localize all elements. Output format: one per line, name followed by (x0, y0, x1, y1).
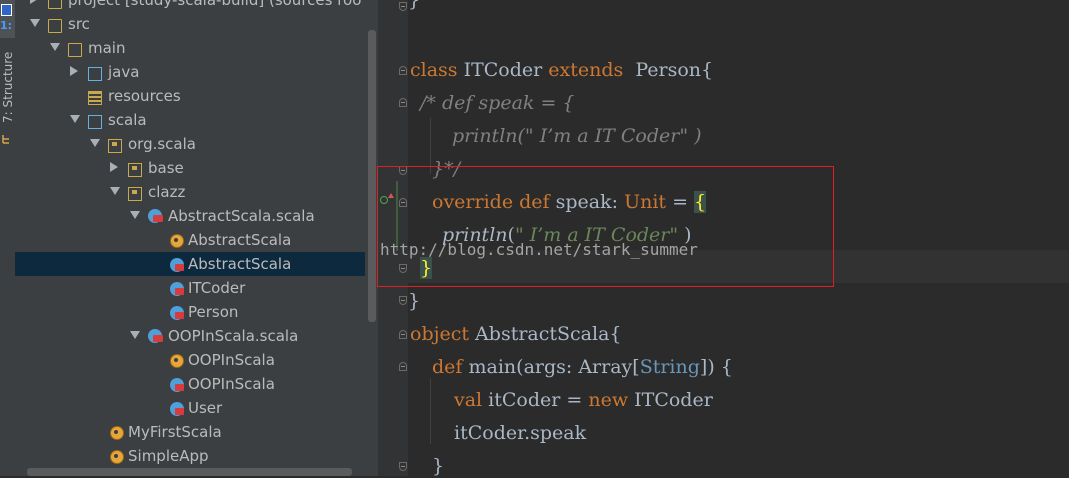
tree-item-user[interactable]: User (15, 396, 365, 420)
code-line: } (408, 0, 421, 11)
tree-item-label: resources (108, 87, 181, 105)
object-icon (110, 450, 124, 464)
folder-icon (48, 0, 62, 9)
tree-item-oopinscala-object[interactable]: OOPInScala (15, 348, 365, 372)
code-line: /* def speak = { (420, 92, 575, 114)
package-icon (128, 163, 142, 177)
expand-arrow-icon[interactable] (70, 66, 78, 76)
tree-item-label: OOPInScala (188, 351, 275, 369)
tree-item-label: java (108, 63, 140, 81)
project-icon (1, 4, 12, 16)
class-icon (170, 402, 184, 416)
tree-item-abstractscala-file[interactable]: AbstractScala.scala (15, 204, 365, 228)
code-line: object AbstractScala{ (410, 323, 622, 345)
tree-item-myfirstscala[interactable]: MyFirstScala (15, 420, 365, 444)
code-line: val itCoder = new ITCoder (454, 389, 713, 411)
tree-horizontal-scrollbar[interactable] (27, 468, 352, 476)
collapse-arrow-icon[interactable] (30, 19, 40, 27)
tree-item-label: ITCoder (188, 279, 246, 297)
code-line: itCoder.speak (454, 422, 587, 444)
code-line: } (432, 455, 445, 477)
structure-icon (2, 135, 9, 144)
tree-item-label: AbstractScala.scala (168, 207, 315, 225)
collapse-arrow-icon[interactable] (130, 331, 140, 339)
source-folder-icon (88, 67, 102, 81)
tree-item-simpleapp[interactable]: SimpleApp (15, 444, 365, 468)
expand-arrow-icon[interactable] (30, 0, 38, 4)
fold-marker-icon[interactable] (399, 330, 407, 339)
package-icon (108, 139, 122, 153)
tree-item-label: base (148, 159, 184, 177)
code-line: println(" I’m a IT Coder" ) (452, 125, 702, 147)
project-tree-panel: project [study-scala-build] (sources roo… (15, 0, 378, 476)
tree-item-label: org.scala (128, 135, 196, 153)
fold-marker-icon[interactable] (399, 362, 407, 371)
fold-marker-icon[interactable] (399, 2, 407, 11)
fold-marker-icon[interactable] (399, 98, 407, 107)
tree-item-org-scala[interactable]: org.scala (15, 132, 365, 156)
tree-item-abstractscala-object[interactable]: AbstractScala (15, 228, 365, 252)
indent-guide (430, 378, 431, 444)
fold-marker-icon[interactable] (399, 296, 407, 305)
class-icon (170, 306, 184, 320)
collapse-arrow-icon[interactable] (70, 115, 80, 123)
fold-marker-icon[interactable] (399, 462, 407, 471)
tree-item-itcoder[interactable]: ITCoder (15, 276, 365, 300)
object-icon (110, 426, 124, 440)
tree-item-main[interactable]: main (15, 36, 365, 60)
tree-item-project[interactable]: project [study-scala-build] (sources roo (15, 0, 365, 12)
structure-tool-tab[interactable]: 7: Structure (1, 52, 15, 123)
tree-item-scala[interactable]: scala (15, 108, 365, 132)
tree-item-label: project [study-scala-build] (sources roo (68, 0, 362, 9)
expand-arrow-icon[interactable] (110, 162, 118, 172)
tool-window-strip: 1: 7: Structure (0, 0, 16, 476)
tree-item-oopinscala-class[interactable]: OOPInScala (15, 372, 365, 396)
tree-item-label: clazz (148, 183, 186, 201)
tree-item-abstractscala-class[interactable]: AbstractScala (15, 252, 365, 276)
tree-item-oopinscala-file[interactable]: OOPInScala.scala (15, 324, 365, 348)
tree-item-label: AbstractScala (188, 255, 292, 273)
object-icon (170, 354, 184, 368)
scala-file-icon (148, 209, 163, 223)
watermark-text: http://blog.csdn.net/stark_summer (380, 240, 698, 259)
tree-item-label: User (188, 399, 223, 417)
object-icon (170, 234, 184, 248)
collapse-arrow-icon[interactable] (50, 43, 60, 51)
code-line: } (408, 290, 421, 312)
scala-file-icon (148, 329, 163, 343)
tree-item-label: main (88, 39, 126, 57)
code-line: class ITCoder extends Person{ (410, 59, 714, 81)
highlight-annotation-box (377, 166, 834, 287)
tree-item-person[interactable]: Person (15, 300, 365, 324)
tree-item-resources[interactable]: resources (15, 84, 365, 108)
code-line: def main(args: Array[String]) { (432, 356, 733, 378)
class-icon (170, 378, 184, 392)
folder-icon (48, 19, 62, 33)
tree-item-label: scala (108, 111, 147, 129)
tree-item-label: OOPInScala (188, 375, 275, 393)
project-tab-label: 1: (0, 19, 13, 32)
tree-item-label: MyFirstScala (128, 423, 222, 441)
tree-item-java[interactable]: java (15, 60, 365, 84)
class-icon (170, 282, 184, 296)
tree-item-label: OOPInScala.scala (168, 327, 299, 345)
tree-item-label: Person (188, 303, 239, 321)
class-icon (170, 258, 184, 272)
fold-marker-icon[interactable] (399, 66, 407, 75)
folder-icon (68, 43, 82, 57)
tree-item-clazz[interactable]: clazz (15, 180, 365, 204)
tree-item-label: SimpleApp (128, 447, 209, 465)
collapse-arrow-icon[interactable] (90, 139, 100, 147)
tree-item-label: AbstractScala (188, 231, 292, 249)
resources-folder-icon (88, 91, 102, 105)
collapse-arrow-icon[interactable] (110, 187, 120, 195)
collapse-arrow-icon[interactable] (130, 211, 140, 219)
source-folder-icon (88, 115, 102, 129)
tree-item-base[interactable]: base (15, 156, 365, 180)
package-icon (128, 187, 142, 201)
project-tool-tab[interactable]: 1: (0, 0, 15, 38)
tree-item-label: src (68, 15, 90, 33)
tree-vertical-scrollbar[interactable] (368, 30, 376, 322)
tree-item-src[interactable]: src (15, 12, 365, 36)
